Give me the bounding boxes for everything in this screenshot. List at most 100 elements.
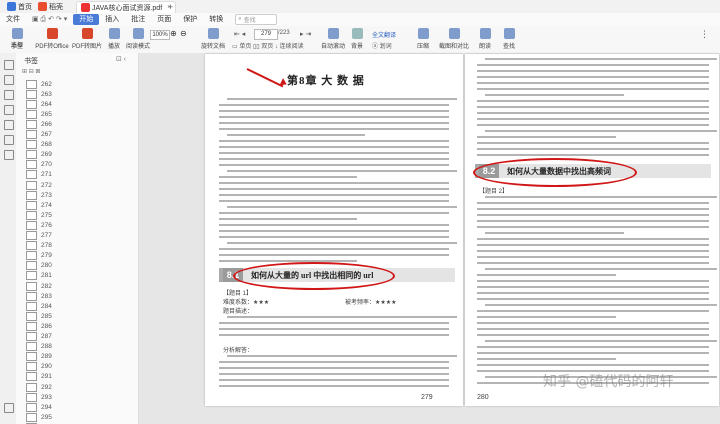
bookmark-item[interactable]: 276 bbox=[16, 220, 138, 230]
bookmark-item[interactable]: 294 bbox=[16, 402, 138, 412]
bookmark-item[interactable]: 288 bbox=[16, 342, 138, 352]
text-line bbox=[477, 64, 709, 66]
compress-button[interactable]: 压缩 bbox=[412, 28, 434, 51]
text-line bbox=[485, 58, 717, 60]
menu-protect[interactable]: 保护 bbox=[177, 14, 203, 25]
bookmark-item[interactable]: 274 bbox=[16, 200, 138, 210]
bookmark-item[interactable]: 291 bbox=[16, 372, 138, 382]
zoom-in-icon[interactable]: ⊕ bbox=[170, 29, 177, 38]
bookmark-item[interactable]: 273 bbox=[16, 190, 138, 200]
bookmark-item[interactable]: 268 bbox=[16, 140, 138, 150]
thumbnail-icon[interactable] bbox=[4, 75, 14, 85]
find-button[interactable]: 查找 bbox=[498, 28, 520, 51]
select-tool-button[interactable]: 选择 bbox=[2, 40, 32, 51]
bookmark-item[interactable]: 290 bbox=[16, 362, 138, 372]
text-line bbox=[477, 82, 709, 84]
page-icon bbox=[26, 261, 37, 271]
zoom-out-icon[interactable]: ⊖ bbox=[180, 29, 187, 38]
bookmark-item[interactable]: 266 bbox=[16, 119, 138, 129]
text-line bbox=[219, 218, 357, 220]
background-button[interactable]: 背景 bbox=[346, 28, 368, 51]
search-box[interactable]: ⌕ 查找 bbox=[235, 14, 278, 25]
bookmark-item[interactable]: 264 bbox=[16, 99, 138, 109]
page-icon bbox=[26, 180, 37, 190]
page-nav-arrows[interactable]: ⇤ ◂ bbox=[234, 30, 245, 38]
menu-quick-icons[interactable]: ▣ ⎙ ↶ ↷ ▾ bbox=[26, 14, 73, 25]
menu-comment[interactable]: 批注 bbox=[125, 14, 151, 25]
bookmark-label: 281 bbox=[41, 272, 52, 280]
screenshot-compare-button[interactable]: 截图和对比 bbox=[436, 28, 472, 51]
text-line bbox=[477, 208, 709, 210]
bookmark-item[interactable]: 263 bbox=[16, 89, 138, 99]
auto-scroll-button[interactable]: 自动滚动 bbox=[318, 28, 348, 51]
find-icon bbox=[503, 28, 515, 39]
bookmark-item[interactable]: 269 bbox=[16, 150, 138, 160]
bookmark-item[interactable]: 293 bbox=[16, 392, 138, 402]
bookmark-item[interactable]: 281 bbox=[16, 271, 138, 281]
signature-icon[interactable] bbox=[4, 135, 14, 145]
page-number-input[interactable]: 279 bbox=[254, 29, 278, 40]
bookmark-item[interactable]: 284 bbox=[16, 301, 138, 311]
page-nav-next-arrows[interactable]: ▸ ⇥ bbox=[300, 30, 311, 38]
analysis-label: 分析解答： bbox=[223, 348, 254, 354]
layers-icon[interactable] bbox=[4, 120, 14, 130]
menu-insert[interactable]: 插入 bbox=[99, 14, 125, 25]
bookmark-item[interactable]: 286 bbox=[16, 321, 138, 331]
bookmark-item[interactable]: 277 bbox=[16, 231, 138, 241]
bookmark-item[interactable]: 292 bbox=[16, 382, 138, 392]
bookmark-item[interactable]: 282 bbox=[16, 281, 138, 291]
search-placeholder: 查找 bbox=[243, 18, 256, 24]
more-icon[interactable]: ⋮ bbox=[700, 29, 709, 40]
search-panel-icon[interactable] bbox=[4, 150, 14, 160]
text-line bbox=[477, 322, 709, 324]
bookmark-item[interactable]: 295 bbox=[16, 412, 138, 422]
menu-home[interactable]: 开始 bbox=[73, 14, 100, 25]
bookmark-header: 书签 bbox=[24, 58, 38, 65]
bookmark-item[interactable]: 265 bbox=[16, 109, 138, 119]
bookmark-label: 275 bbox=[41, 211, 52, 219]
tab-docer[interactable]: 稻壳 bbox=[34, 1, 67, 12]
panel-options-icon[interactable]: ⊡ ‹ bbox=[116, 55, 126, 63]
new-tab-icon[interactable]: + bbox=[168, 2, 173, 12]
bookmark-item[interactable]: 271 bbox=[16, 170, 138, 180]
text-line bbox=[219, 254, 449, 256]
bookmark-item[interactable]: 285 bbox=[16, 311, 138, 321]
comment-icon[interactable] bbox=[4, 90, 14, 100]
tab-document[interactable]: JAVA核心面试资源.pdf × bbox=[76, 1, 177, 13]
tab-home[interactable]: 首页 bbox=[3, 1, 36, 12]
text-line bbox=[477, 220, 709, 222]
translate-sub-icon[interactable]: ⓐ 划词 bbox=[372, 41, 392, 50]
chapter-title: 第8章 大 数 据 bbox=[287, 75, 365, 87]
play-button[interactable]: 播放 bbox=[104, 28, 124, 51]
text-line bbox=[477, 316, 617, 318]
translate-button[interactable]: 全文翻译 bbox=[372, 30, 396, 39]
bookmark-icon[interactable] bbox=[4, 60, 14, 70]
bookmark-item[interactable]: 275 bbox=[16, 210, 138, 220]
bookmark-item[interactable]: 283 bbox=[16, 291, 138, 301]
bookmark-item[interactable]: 272 bbox=[16, 180, 138, 190]
view-mode-icons[interactable]: ▭ 单页 ▯▯ 双页 ↓ 连续阅读 bbox=[232, 41, 304, 50]
bookmark-item[interactable]: 278 bbox=[16, 241, 138, 251]
bookmark-item[interactable]: 267 bbox=[16, 130, 138, 140]
bookmark-item[interactable]: 270 bbox=[16, 160, 138, 170]
bookmark-item[interactable]: 287 bbox=[16, 332, 138, 342]
bookmark-tool-icons[interactable]: ⊞ ⊟ ⊠ bbox=[22, 68, 40, 75]
read-mode-button[interactable]: 阅读模式 bbox=[124, 28, 152, 51]
read-aloud-button[interactable]: 朗读 bbox=[474, 28, 496, 51]
attachment-icon[interactable] bbox=[4, 105, 14, 115]
settings-icon[interactable] bbox=[4, 403, 14, 413]
menu-file[interactable]: 文件 bbox=[0, 14, 26, 25]
pdf-to-image-button[interactable]: PDF转图片 bbox=[72, 28, 102, 51]
bookmark-item[interactable]: 279 bbox=[16, 251, 138, 261]
bookmark-label: 285 bbox=[41, 312, 52, 320]
bookmark-item[interactable]: 289 bbox=[16, 352, 138, 362]
page-icon bbox=[26, 140, 37, 150]
menu-page[interactable]: 页面 bbox=[151, 14, 177, 25]
page-icon bbox=[26, 382, 37, 392]
bookmark-item[interactable]: 280 bbox=[16, 261, 138, 271]
bookmark-item[interactable]: 262 bbox=[16, 79, 138, 89]
rotate-doc-button[interactable]: 旋转文档 bbox=[198, 28, 228, 51]
zoom-field[interactable]: 100% bbox=[150, 30, 170, 40]
pdf-to-office-button[interactable]: PDF转Office bbox=[34, 28, 70, 51]
menu-convert[interactable]: 转换 bbox=[203, 14, 229, 25]
